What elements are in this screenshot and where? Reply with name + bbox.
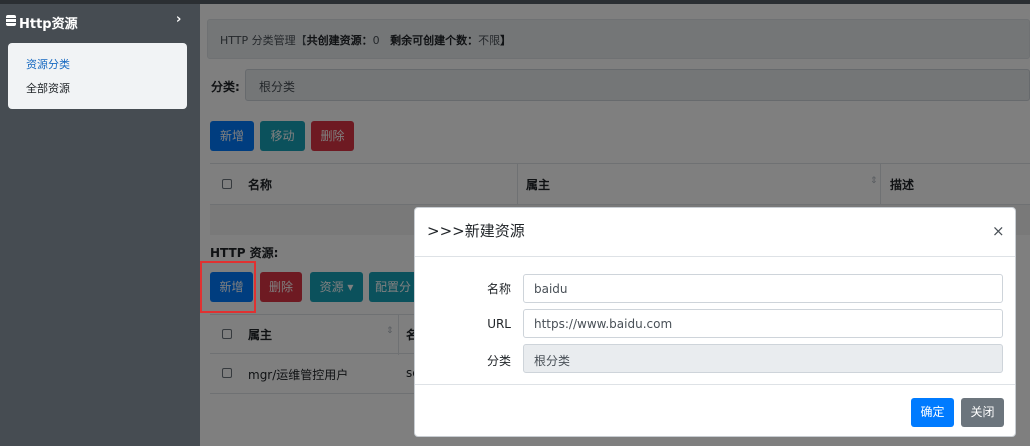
category-readonly-field: 根分类 (523, 344, 1003, 373)
new-resource-dialog: >>>新建资源 × 名称 baidu URL https://www.baidu… (414, 207, 1016, 437)
sidebar-item-resource-category[interactable]: 资源分类 (26, 56, 70, 72)
database-icon (6, 15, 16, 26)
close-button[interactable]: 关闭 (961, 398, 1004, 427)
confirm-button[interactable]: 确定 (911, 398, 954, 427)
sidebar-header[interactable]: Http资源 › (0, 4, 200, 38)
name-label: 名称 (486, 282, 511, 296)
category-label: 分类 (486, 354, 511, 368)
dialog-title: >>>新建资源 (427, 222, 525, 240)
name-input[interactable]: baidu (523, 274, 1003, 303)
sidebar-item-all-resources[interactable]: 全部资源 (26, 80, 70, 96)
url-label: URL (487, 317, 511, 331)
divider (415, 256, 1015, 257)
divider (415, 384, 1015, 385)
url-input[interactable]: https://www.baidu.com (523, 309, 1003, 338)
close-icon[interactable]: × (992, 222, 1005, 240)
sidebar-menu: 资源分类 全部资源 (8, 43, 187, 109)
chevron-right-icon[interactable]: › (176, 12, 181, 27)
sidebar-title: Http资源 (19, 17, 78, 32)
highlight-add-resource (200, 261, 256, 313)
sidebar: Http资源 › 资源分类 全部资源 (0, 4, 200, 446)
